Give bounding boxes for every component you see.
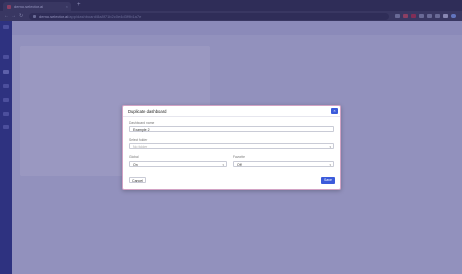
chevron-down-icon: ▾ [222, 163, 224, 167]
favorite-select-value: Off [237, 163, 242, 167]
folder-select[interactable]: No folder ▾ [129, 143, 334, 149]
duplicate-dashboard-dialog: Duplicate dashboard × Dashboard name Exa… [122, 105, 341, 190]
select-folder-label: Select folder [129, 138, 148, 142]
folder-select-value: No folder [133, 145, 148, 149]
chevron-down-icon: ▾ [329, 145, 331, 149]
dashboard-name-input[interactable]: Example 2 [129, 126, 334, 132]
favorite-select[interactable]: Off ▾ [233, 161, 334, 167]
global-select-value: On [133, 163, 138, 167]
favorite-label: Favorite [233, 155, 245, 159]
save-button[interactable]: Save [321, 177, 335, 184]
chevron-down-icon: ▾ [329, 163, 331, 167]
global-label: Global [129, 155, 139, 159]
dashboard-name-label: Dashboard name [129, 121, 155, 125]
divider [123, 116, 340, 117]
cancel-button[interactable]: Cancel [129, 177, 146, 183]
close-icon[interactable]: × [331, 108, 338, 114]
dialog-title: Duplicate dashboard [128, 109, 167, 114]
global-select[interactable]: On ▾ [129, 161, 227, 167]
